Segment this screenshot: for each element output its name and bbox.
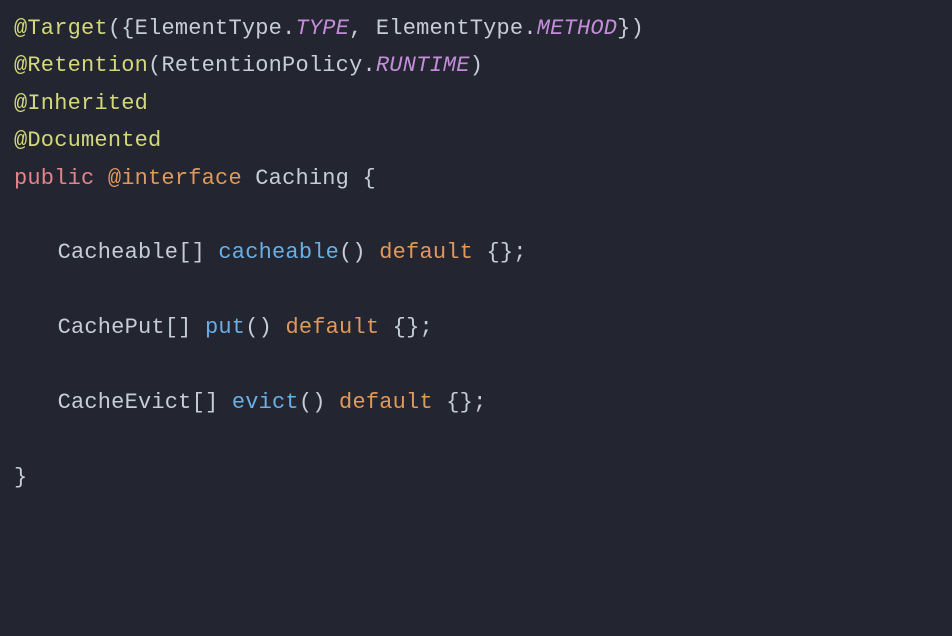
comma: , bbox=[349, 16, 376, 41]
dot: . bbox=[362, 53, 375, 78]
dot: . bbox=[282, 16, 295, 41]
space bbox=[94, 166, 107, 191]
enum-runtime: RUNTIME bbox=[376, 53, 470, 78]
annotation-inherited: @Inherited bbox=[14, 91, 148, 116]
keyword-default: default bbox=[339, 390, 433, 415]
code-line-2: @Retention(RetentionPolicy.RUNTIME) bbox=[14, 47, 938, 84]
code-line-3: @Inherited bbox=[14, 85, 938, 122]
punct: () bbox=[299, 390, 339, 415]
keyword-interface: @interface bbox=[108, 166, 242, 191]
punct: ( bbox=[148, 53, 161, 78]
code-line-4: @Documented bbox=[14, 122, 938, 159]
method-cacheable: cacheable bbox=[218, 240, 339, 265]
punct: {}; bbox=[473, 240, 527, 265]
punct: () bbox=[339, 240, 379, 265]
code-line-9: CachePut[] put() default {}; bbox=[14, 309, 938, 346]
array-brackets: [] bbox=[192, 390, 232, 415]
close-brace: } bbox=[14, 465, 27, 490]
space bbox=[242, 166, 255, 191]
code-line-13: } bbox=[14, 459, 938, 496]
type-elementtype-2: ElementType bbox=[376, 16, 523, 41]
blank-line bbox=[14, 197, 938, 234]
annotation-retention: @Retention bbox=[14, 53, 148, 78]
blank-line bbox=[14, 421, 938, 458]
type-elementtype: ElementType bbox=[135, 16, 282, 41]
enum-method: METHOD bbox=[537, 16, 617, 41]
keyword-public: public bbox=[14, 166, 94, 191]
punct: }) bbox=[617, 16, 644, 41]
dot: . bbox=[523, 16, 536, 41]
annotation-target: @Target bbox=[14, 16, 108, 41]
type-cacheable: Cacheable bbox=[58, 240, 179, 265]
punct: {}; bbox=[379, 315, 433, 340]
enum-type: TYPE bbox=[295, 16, 349, 41]
open-brace: { bbox=[363, 166, 376, 191]
blank-line bbox=[14, 272, 938, 309]
type-cacheput: CachePut bbox=[58, 315, 165, 340]
method-put: put bbox=[205, 315, 245, 340]
type-retentionpolicy: RetentionPolicy bbox=[161, 53, 362, 78]
code-line-1: @Target({ElementType.TYPE, ElementType.M… bbox=[14, 10, 938, 47]
punct: ({ bbox=[108, 16, 135, 41]
type-caching: Caching bbox=[255, 166, 349, 191]
space bbox=[349, 166, 362, 191]
punct: () bbox=[245, 315, 285, 340]
punct: {}; bbox=[433, 390, 487, 415]
keyword-default: default bbox=[285, 315, 379, 340]
array-brackets: [] bbox=[178, 240, 218, 265]
punct: ) bbox=[470, 53, 483, 78]
annotation-documented: @Documented bbox=[14, 128, 161, 153]
code-block: @Target({ElementType.TYPE, ElementType.M… bbox=[14, 10, 938, 496]
code-line-7: Cacheable[] cacheable() default {}; bbox=[14, 234, 938, 271]
type-cacheevict: CacheEvict bbox=[58, 390, 192, 415]
method-evict: evict bbox=[232, 390, 299, 415]
code-line-11: CacheEvict[] evict() default {}; bbox=[14, 384, 938, 421]
code-line-5: public @interface Caching { bbox=[14, 160, 938, 197]
blank-line bbox=[14, 347, 938, 384]
array-brackets: [] bbox=[165, 315, 205, 340]
keyword-default: default bbox=[379, 240, 473, 265]
